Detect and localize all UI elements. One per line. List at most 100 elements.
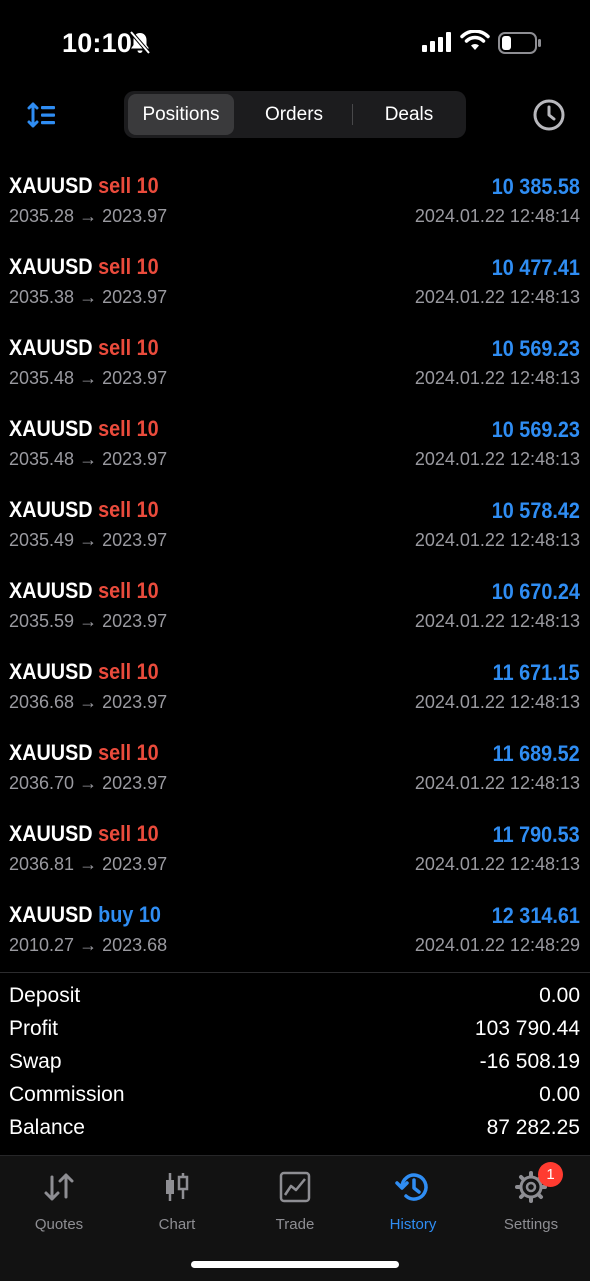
- cellular-signal-icon: [422, 32, 454, 57]
- deal-date: 2024.01.22 12:48:13: [414, 854, 580, 874]
- deal-symbol: XAUUSD: [9, 335, 93, 360]
- status-bar: 10:10: [0, 0, 590, 88]
- tabbar-item-settings[interactable]: 1 Settings: [472, 1162, 590, 1233]
- summary-value: 103 790.44: [474, 1017, 580, 1040]
- deal-profit: 12 314.61: [491, 903, 580, 928]
- deal-volume: sell 10: [98, 740, 159, 765]
- deal-row[interactable]: XAUUSD sell 10 2035.38 → 2023.97 10 477.…: [0, 250, 590, 331]
- deal-date: 2024.01.22 12:48:13: [414, 368, 580, 388]
- deal-profit: 11 671.15: [492, 660, 580, 685]
- deal-prices: 2035.48 → 2023.97: [9, 449, 168, 469]
- deal-volume: sell 10: [98, 659, 159, 684]
- deal-profit: 10 670.24: [491, 579, 580, 604]
- home-indicator: [191, 1261, 399, 1268]
- deal-row[interactable]: XAUUSD sell 10 2035.28 → 2023.97 10 385.…: [0, 169, 590, 250]
- deal-prices: 2036.70 → 2023.97: [9, 773, 168, 793]
- wifi-icon: [460, 29, 490, 57]
- summary-label: Commission: [9, 1083, 125, 1106]
- deal-row[interactable]: XAUUSD sell 10 2036.81 → 2023.97 11 790.…: [0, 817, 590, 898]
- tabbar-label: History: [389, 1216, 437, 1233]
- deal-symbol: XAUUSD: [9, 578, 93, 603]
- deal-volume: sell 10: [98, 254, 159, 279]
- deal-date: 2024.01.22 12:48:13: [414, 449, 580, 469]
- deal-row[interactable]: XAUUSD sell 10 2035.48 → 2023.97 10 569.…: [0, 412, 590, 493]
- deal-volume: sell 10: [98, 416, 159, 441]
- tabbar-label: Settings: [503, 1216, 559, 1233]
- deal-profit: 10 569.23: [491, 336, 580, 361]
- candlestick-chart-icon: [118, 1168, 236, 1206]
- deal-prices: 2035.49 → 2023.97: [9, 530, 168, 550]
- deal-volume: sell 10: [98, 335, 159, 360]
- tabbar-label: Trade: [275, 1216, 315, 1233]
- deal-symbol: XAUUSD: [9, 821, 93, 846]
- summary-label: Balance: [9, 1116, 85, 1139]
- history-clock-icon: [354, 1168, 472, 1206]
- tabbar-label: Chart: [158, 1216, 196, 1233]
- quotes-arrows-icon: [0, 1168, 118, 1206]
- deal-volume: sell 10: [98, 173, 159, 198]
- summary-commission: Commission 0.00: [0, 1081, 590, 1114]
- deal-date: 2024.01.22 12:48:13: [414, 692, 580, 712]
- deal-row[interactable]: XAUUSD sell 10 2035.49 → 2023.97 10 578.…: [0, 493, 590, 574]
- segmented-control: Positions Orders Deals: [124, 91, 466, 138]
- settings-badge: 1: [538, 1162, 563, 1187]
- deal-symbol: XAUUSD: [9, 416, 93, 441]
- tabbar-item-history[interactable]: History: [354, 1168, 472, 1233]
- deal-symbol: XAUUSD: [9, 254, 93, 279]
- deal-row[interactable]: XAUUSD sell 10 2036.70 → 2023.97 11 689.…: [0, 736, 590, 817]
- deal-row[interactable]: XAUUSD sell 10 2035.48 → 2023.97 10 569.…: [0, 331, 590, 412]
- deal-profit: 10 385.58: [491, 174, 580, 199]
- tabbar-item-chart[interactable]: Chart: [118, 1168, 236, 1233]
- tab-positions[interactable]: Positions: [128, 94, 234, 135]
- segment-divider: [352, 104, 353, 125]
- summary-value: 0.00: [539, 1083, 580, 1106]
- deal-prices: 2035.59 → 2023.97: [9, 611, 168, 631]
- status-time: 10:10: [62, 28, 133, 58]
- sort-icon[interactable]: [26, 100, 58, 130]
- summary-swap: Swap -16 508.19: [0, 1048, 590, 1081]
- summary-panel: Deposit 0.00 Profit 103 790.44 Swap -16 …: [0, 982, 590, 1147]
- deal-profit: 10 569.23: [491, 417, 580, 442]
- deal-symbol: XAUUSD: [9, 173, 93, 198]
- deal-prices: 2035.28 → 2023.97: [9, 206, 168, 226]
- deal-symbol: XAUUSD: [9, 740, 93, 765]
- summary-value: -16 508.19: [479, 1050, 580, 1073]
- battery-icon: [498, 32, 542, 59]
- tabbar-item-quotes[interactable]: Quotes: [0, 1168, 118, 1233]
- tab-orders[interactable]: Orders: [240, 94, 348, 135]
- summary-balance: Balance 87 282.25: [0, 1114, 590, 1147]
- summary-value: 87 282.25: [486, 1116, 580, 1139]
- deal-prices: 2035.48 → 2023.97: [9, 368, 168, 388]
- deal-date: 2024.01.22 12:48:13: [414, 773, 580, 793]
- summary-deposit: Deposit 0.00: [0, 982, 590, 1015]
- period-clock-icon[interactable]: [532, 98, 566, 132]
- deal-profit: 10 578.42: [491, 498, 580, 523]
- summary-label: Profit: [9, 1017, 59, 1040]
- deal-volume: sell 10: [98, 578, 159, 603]
- deal-row[interactable]: XAUUSD sell 10 2036.68 → 2023.97 11 671.…: [0, 655, 590, 736]
- tabbar-label: Quotes: [34, 1216, 84, 1233]
- deal-row[interactable]: XAUUSD buy 10 2010.27 → 2023.68 12 314.6…: [0, 898, 590, 979]
- summary-label: Swap: [9, 1050, 62, 1073]
- deal-volume: sell 10: [98, 497, 159, 522]
- tab-deals[interactable]: Deals: [356, 94, 462, 135]
- summary-value: 0.00: [539, 984, 580, 1007]
- summary-label: Deposit: [9, 984, 81, 1007]
- deal-date: 2024.01.22 12:48:13: [414, 287, 580, 307]
- deal-volume: sell 10: [98, 821, 159, 846]
- summary-profit: Profit 103 790.44: [0, 1015, 590, 1048]
- deal-profit: 11 790.53: [492, 822, 580, 847]
- deal-prices: 2035.38 → 2023.97: [9, 287, 168, 307]
- deal-prices: 2010.27 → 2023.68: [9, 935, 168, 955]
- deal-date: 2024.01.22 12:48:13: [414, 611, 580, 631]
- deal-prices: 2036.68 → 2023.97: [9, 692, 168, 712]
- deal-symbol: XAUUSD: [9, 902, 93, 927]
- deal-date: 2024.01.22 12:48:13: [414, 530, 580, 550]
- tabbar-item-trade[interactable]: Trade: [236, 1168, 354, 1233]
- deal-profit: 11 689.52: [492, 741, 580, 766]
- deal-profit: 10 477.41: [491, 255, 580, 280]
- bell-muted-icon: [128, 30, 152, 61]
- toolbar: Positions Orders Deals: [0, 88, 590, 143]
- deal-row[interactable]: XAUUSD sell 10 2035.59 → 2023.97 10 670.…: [0, 574, 590, 655]
- trade-chart-icon: [236, 1168, 354, 1206]
